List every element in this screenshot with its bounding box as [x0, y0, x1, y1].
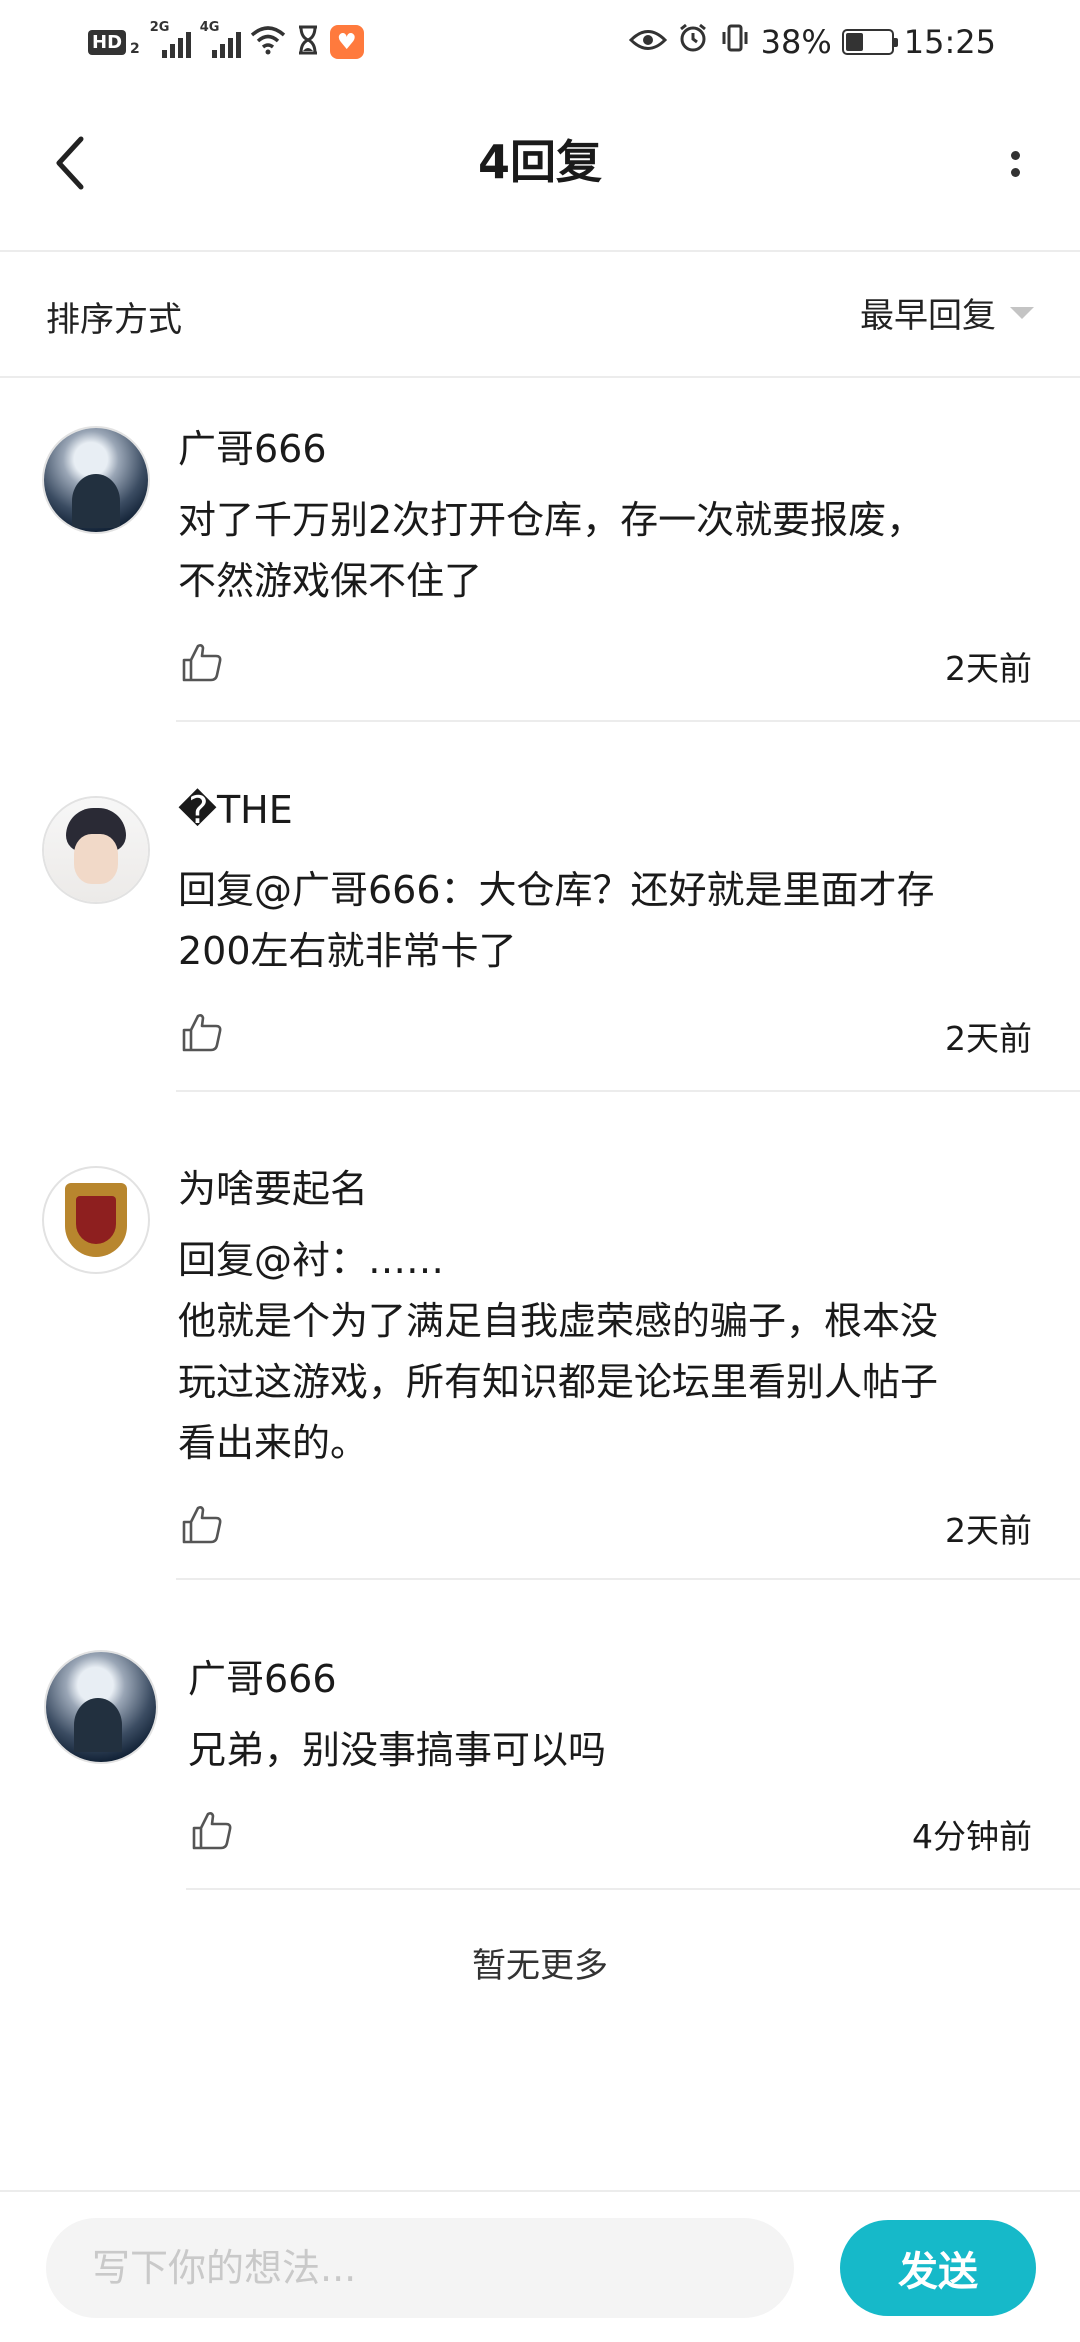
comment-time: 2天前 [945, 649, 1032, 688]
crest-icon [65, 1183, 127, 1257]
hd-voice-sim-number: 2 [130, 41, 140, 57]
page-title: 4回复 [477, 135, 602, 189]
divider [186, 1888, 1080, 1890]
thumbs-up-icon[interactable] [178, 1008, 226, 1056]
comment-item: �THE 回复@广哥666：大仓库？还好就是里面才存 200左右就非常卡了 2天… [0, 770, 1080, 1092]
avatar[interactable] [44, 798, 148, 902]
health-app-notification-icon: ♥ [329, 25, 364, 59]
hourglass-icon [296, 25, 320, 59]
comment-time: 2天前 [945, 1019, 1032, 1058]
divider [176, 1090, 1080, 1092]
thumbs-up-icon[interactable] [178, 1500, 226, 1548]
eye-comfort-icon [628, 23, 667, 61]
reply-composer: 发送 [0, 2190, 1080, 2342]
cell-signal-4g-icon: 4G [200, 20, 241, 60]
comment-time: 4分钟前 [912, 1817, 1032, 1856]
comment-time: 2天前 [945, 1511, 1032, 1550]
caret-down-icon [1010, 306, 1034, 319]
status-bar-right: 38% 15:25 [628, 20, 996, 64]
hd-voice-icon: HD [88, 29, 127, 55]
sort-dropdown[interactable]: 最早回复 [860, 288, 1034, 337]
comment-username[interactable]: �THE [178, 788, 293, 832]
avatar[interactable] [44, 428, 148, 532]
sort-label: 排序方式 [46, 300, 182, 340]
comment-item: 广哥666 对了千万别2次打开仓库，存一次就要报废， 不然游戏保不住了 2天前 [0, 400, 1080, 722]
wifi-icon [250, 25, 286, 59]
thumbs-up-icon[interactable] [188, 1806, 236, 1854]
more-dot [1010, 168, 1020, 177]
divider [176, 720, 1080, 722]
divider [176, 1578, 1080, 1580]
clock-time: 15:25 [903, 23, 996, 61]
comment-username[interactable]: 广哥666 [188, 1648, 337, 1703]
comment-username[interactable]: 广哥666 [178, 418, 327, 473]
more-dot [1010, 151, 1020, 160]
avatar[interactable] [44, 1168, 148, 1272]
vibrate-icon [719, 22, 751, 62]
top-app-bar: 4回复 [0, 84, 1080, 252]
comment-text: 兄弟，别没事搞事可以吗 [188, 1728, 607, 1772]
send-button[interactable]: 发送 [840, 2220, 1036, 2316]
sort-selected-value: 最早回复 [860, 296, 996, 336]
comment-username[interactable]: 为啥要起名 [178, 1158, 368, 1213]
cell-signal-2g-icon: 2G [150, 20, 191, 60]
avatar[interactable] [46, 1652, 156, 1762]
comment-text: 对了千万别2次打开仓库，存一次就要报废， 不然游戏保不住了 [178, 498, 925, 603]
comment-text: 回复@广哥666：大仓库？还好就是里面才存 200左右就非常卡了 [178, 868, 935, 973]
battery-icon [841, 29, 898, 55]
comment-text: 回复@衬：…… 他就是个为了满足自我虚荣感的骗子，根本没 玩过这游戏，所有知识都… [178, 1238, 939, 1465]
battery-percent: 38% [760, 23, 832, 61]
status-bar: HD 2 2G 4G ♥ 38% 15:25 [0, 0, 1080, 84]
comment-item: 为啥要起名 回复@衬：…… 他就是个为了满足自我虚荣感的骗子，根本没 玩过这游戏… [0, 1140, 1080, 1580]
status-bar-left: HD 2 2G 4G ♥ [88, 20, 364, 64]
comment-item: 广哥666 兄弟，别没事搞事可以吗 4分钟前 [0, 1630, 1080, 1892]
no-more-label: 暂无更多 [472, 1946, 608, 1986]
alarm-icon [677, 22, 709, 62]
thumbs-up-icon[interactable] [178, 638, 226, 686]
sort-bar: 排序方式 最早回复 [0, 252, 1080, 378]
more-options-button[interactable] [990, 134, 1040, 194]
reply-input[interactable] [46, 2218, 794, 2318]
